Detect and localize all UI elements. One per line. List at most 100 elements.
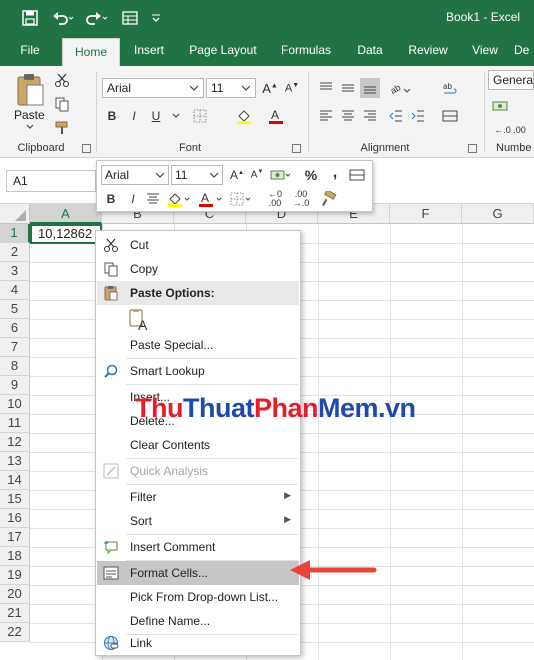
decrease-indent-icon[interactable]: [386, 106, 406, 126]
menu-item-insert-comment[interactable]: Insert Comment: [97, 535, 299, 559]
increase-decimal-icon[interactable]: ←0.00: [263, 189, 287, 209]
bold-button[interactable]: B: [102, 106, 122, 126]
font-size-select[interactable]: 11: [206, 78, 256, 98]
row-header[interactable]: 14: [0, 471, 30, 490]
menu-item-define-name[interactable]: Define Name...: [97, 609, 299, 633]
font-color-icon[interactable]: A: [197, 189, 225, 209]
align-top-icon[interactable]: [316, 78, 336, 98]
format-painter-icon[interactable]: [319, 189, 339, 209]
row-header[interactable]: 6: [0, 319, 30, 338]
menu-item-pick-from-list[interactable]: Pick From Drop-down List...: [97, 585, 299, 609]
tab-page-layout[interactable]: Page Layout: [182, 36, 264, 66]
italic-button[interactable]: I: [124, 106, 144, 126]
row-header[interactable]: 5: [0, 300, 30, 319]
decrease-decimal-icon[interactable]: .00 →.0: [289, 189, 313, 209]
row-header[interactable]: 9: [0, 376, 30, 395]
cell-a1[interactable]: 10,12862: [30, 224, 102, 244]
font-name-select[interactable]: Arial: [102, 78, 204, 98]
name-box[interactable]: A1: [6, 170, 96, 192]
row-header[interactable]: 21: [0, 604, 30, 623]
number-format-select[interactable]: General: [488, 70, 534, 90]
tab-review[interactable]: Review: [402, 36, 454, 66]
fill-color-icon[interactable]: [167, 189, 191, 209]
row-header[interactable]: 16: [0, 509, 30, 528]
mini-font-size-select[interactable]: 11: [171, 165, 223, 185]
column-header[interactable]: F: [390, 204, 462, 224]
row-header[interactable]: 13: [0, 452, 30, 471]
align-bottom-icon[interactable]: [360, 78, 380, 98]
form-icon[interactable]: [120, 8, 140, 28]
borders-icon[interactable]: [190, 106, 210, 126]
menu-item-link[interactable]: Link: [97, 631, 299, 655]
row-header[interactable]: 8: [0, 357, 30, 376]
row-header[interactable]: 20: [0, 585, 30, 604]
tab-developer[interactable]: De: [514, 36, 534, 66]
decimal-icons[interactable]: ←.0 .00: [490, 120, 530, 140]
column-header[interactable]: G: [462, 204, 534, 224]
decrease-font-icon[interactable]: A▼: [247, 165, 267, 185]
tab-insert[interactable]: Insert: [124, 36, 174, 66]
align-middle-icon[interactable]: [338, 78, 358, 98]
row-header[interactable]: 10: [0, 395, 30, 414]
align-right-icon[interactable]: [360, 106, 380, 126]
increase-indent-icon[interactable]: [408, 106, 428, 126]
underline-button[interactable]: U: [146, 106, 166, 126]
percent-style-button[interactable]: %: [301, 165, 321, 185]
row-header[interactable]: 17: [0, 528, 30, 547]
borders-icon[interactable]: [229, 189, 253, 209]
row-header[interactable]: 19: [0, 566, 30, 585]
menu-item-clear-contents[interactable]: Clear Contents: [97, 433, 299, 457]
accounting-format-icon[interactable]: [490, 96, 510, 116]
row-header[interactable]: 2: [0, 243, 30, 262]
tab-data[interactable]: Data: [348, 36, 392, 66]
decrease-font-icon[interactable]: A▼: [282, 78, 302, 98]
tab-view[interactable]: View: [464, 36, 506, 66]
row-header[interactable]: 15: [0, 490, 30, 509]
merge-center-icon[interactable]: [347, 165, 367, 185]
paste-button[interactable]: [12, 72, 48, 112]
row-header[interactable]: 3: [0, 262, 30, 281]
row-header[interactable]: 1: [0, 224, 30, 243]
orientation-icon[interactable]: ab: [388, 78, 414, 98]
comma-style-button[interactable]: ,: [325, 163, 345, 183]
redo-icon[interactable]: [84, 8, 110, 28]
save-icon[interactable]: [20, 8, 40, 28]
row-header[interactable]: 12: [0, 433, 30, 452]
align-center-icon[interactable]: [143, 189, 163, 209]
paste-dropdown-icon[interactable]: [26, 124, 36, 132]
row-header[interactable]: 11: [0, 414, 30, 433]
menu-item-format-cells[interactable]: Format Cells...: [97, 561, 299, 585]
row-header[interactable]: 7: [0, 338, 30, 357]
align-center-icon[interactable]: [338, 106, 358, 126]
menu-item-smart-lookup[interactable]: Smart Lookup: [97, 359, 299, 383]
copy-icon[interactable]: [52, 94, 72, 114]
menu-item-copy[interactable]: Copy: [97, 257, 299, 281]
menu-item-paste-special[interactable]: Paste Special...: [97, 333, 299, 357]
increase-font-icon[interactable]: A▲: [260, 78, 280, 98]
chevron-down-icon[interactable]: [166, 106, 186, 126]
clipboard-launcher-icon[interactable]: [82, 144, 91, 153]
font-launcher-icon[interactable]: [292, 144, 301, 153]
menu-item-filter[interactable]: Filter ▶: [97, 485, 299, 509]
row-header[interactable]: 22: [0, 623, 30, 642]
bold-button[interactable]: B: [101, 189, 121, 209]
row-header[interactable]: 18: [0, 547, 30, 566]
font-color-icon[interactable]: A: [266, 106, 286, 126]
column-header[interactable]: A: [30, 204, 102, 224]
format-painter-icon[interactable]: [52, 118, 72, 138]
cut-icon[interactable]: [52, 70, 72, 90]
increase-font-icon[interactable]: A▲: [227, 165, 247, 185]
undo-icon[interactable]: [50, 8, 76, 28]
align-left-icon[interactable]: [316, 106, 336, 126]
menu-item-cut[interactable]: Cut: [97, 233, 299, 257]
merge-center-icon[interactable]: [440, 106, 460, 126]
paste-option-icon[interactable]: A: [128, 308, 152, 332]
mini-font-name-select[interactable]: Arial: [101, 165, 169, 185]
menu-item-sort[interactable]: Sort ▶: [97, 509, 299, 533]
customize-qat-icon[interactable]: [148, 8, 164, 28]
fill-color-icon[interactable]: [234, 106, 254, 126]
italic-button[interactable]: I: [123, 189, 143, 209]
wrap-text-icon[interactable]: ab: [440, 78, 460, 98]
tab-file[interactable]: File: [10, 36, 50, 66]
tab-formulas[interactable]: Formulas: [274, 36, 338, 66]
